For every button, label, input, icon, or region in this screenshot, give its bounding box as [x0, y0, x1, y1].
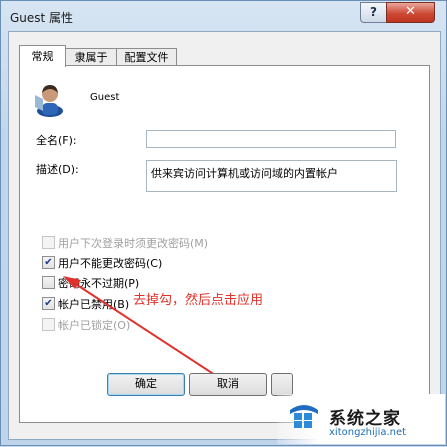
apply-button[interactable]: [271, 373, 293, 396]
windows-logo-icon: [290, 405, 318, 428]
properties-dialog: Guest 属性 ? ✕ 常规 隶属于 配置文件 Guest 全名(F): 描述…: [0, 0, 447, 446]
watermark-text: 系统之家: [329, 409, 401, 429]
ok-button[interactable]: 确定: [107, 373, 185, 396]
watermark-url: xitongzhijia.net: [329, 427, 407, 438]
cancel-button[interactable]: 取消: [189, 373, 267, 396]
tab-general[interactable]: 常规: [19, 45, 66, 67]
watermark: 系统之家 xitongzhijia.net: [277, 394, 445, 444]
